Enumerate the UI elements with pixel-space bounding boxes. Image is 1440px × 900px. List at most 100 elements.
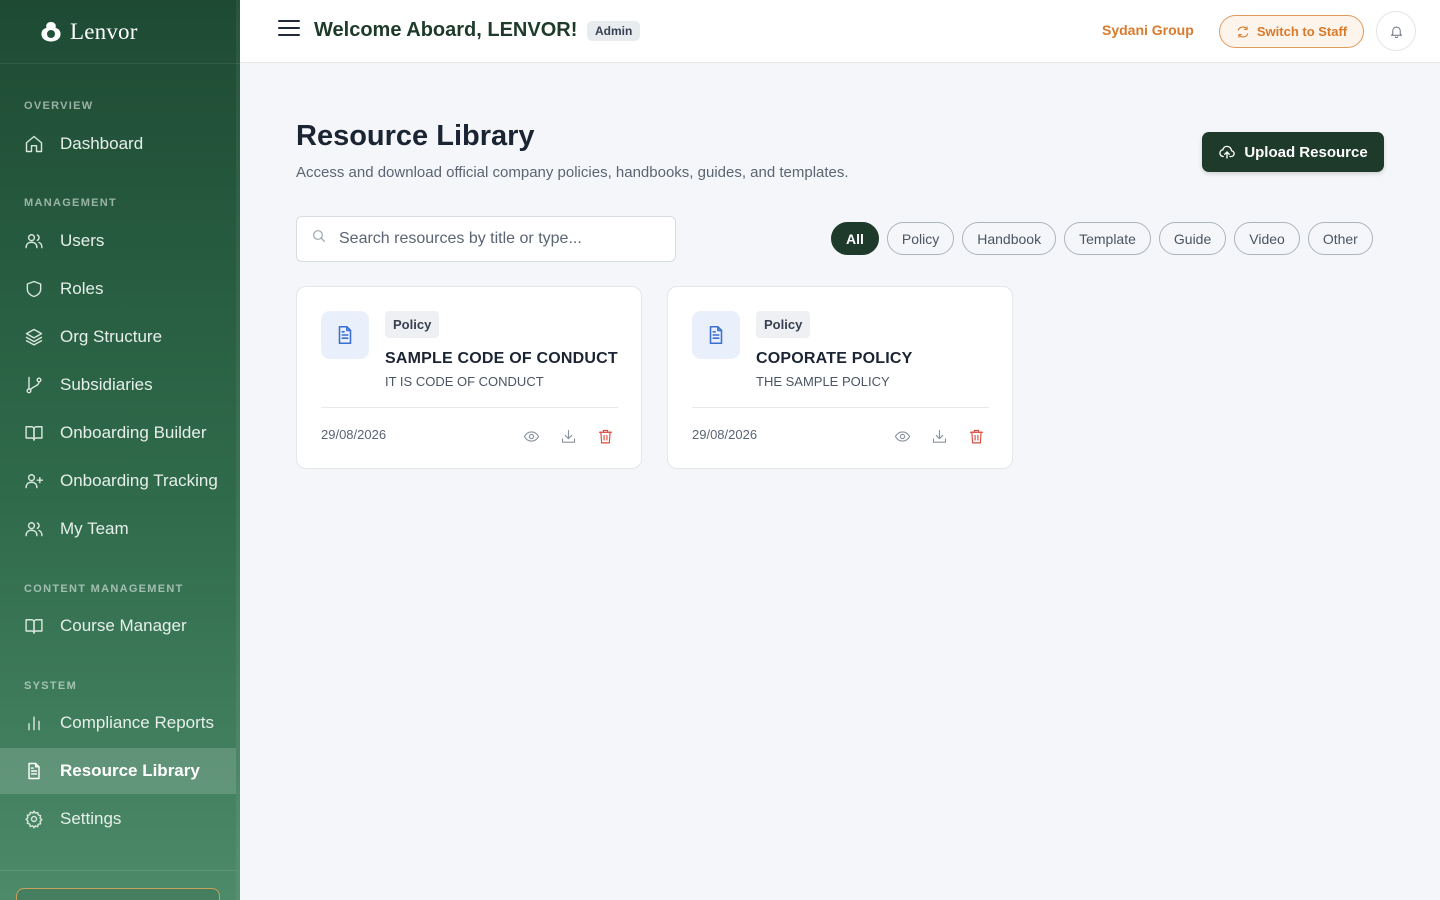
sidebar-item-onboarding-builder[interactable]: Onboarding Builder (0, 410, 236, 456)
section-label-overview: OVERVIEW (24, 100, 94, 112)
shield-icon (26, 280, 42, 298)
filter-chip-handbook[interactable]: Handbook (962, 222, 1057, 255)
home-icon (25, 135, 43, 153)
refresh-icon (1237, 25, 1249, 38)
sidebar-scrollbar[interactable] (236, 0, 240, 900)
resource-type-badge: Policy (756, 311, 811, 338)
filter-chip-video[interactable]: Video (1234, 222, 1300, 255)
sidebar-item-course-manager[interactable]: Course Manager (0, 603, 236, 649)
users-icon (25, 234, 43, 249)
notifications-button[interactable] (1376, 11, 1416, 51)
filter-chips: All Policy Handbook Template Guide Video… (831, 222, 1381, 255)
sidebar-item-label: Settings (60, 809, 122, 828)
book-open-icon (25, 619, 43, 634)
brand-name: Lenvor (70, 18, 138, 44)
file-text-icon (28, 762, 40, 780)
sidebar-item-label: Onboarding Builder (60, 423, 207, 442)
eye-icon (523, 430, 539, 442)
sidebar-item-settings[interactable]: Settings (0, 796, 236, 842)
welcome-title: Welcome Aboard, LENVOR! (314, 19, 578, 41)
filter-chip-all[interactable]: All (831, 222, 879, 255)
card-actions (892, 426, 1003, 446)
resource-date: 29/08/2026 (321, 427, 387, 442)
bell-icon (1390, 26, 1402, 38)
sidebar-item-subsidiaries[interactable]: Subsidiaries (0, 362, 236, 408)
sidebar-item-resource-library[interactable]: Resource Library (0, 748, 236, 794)
filter-chip-other[interactable]: Other (1307, 222, 1373, 255)
sidebar-item-users[interactable]: Users (0, 218, 236, 264)
card-divider (692, 407, 989, 408)
organization-name[interactable]: Sydani Group (1102, 22, 1194, 38)
resource-card[interactable]: Policy COPORATE POLICY THE SAMPLE POLICY… (667, 286, 1013, 469)
sidebar-item-label: Resource Library (60, 761, 200, 780)
search-box (296, 216, 676, 262)
switch-label: Switch to Staff (1256, 24, 1348, 39)
trash-icon (598, 429, 612, 443)
sidebar-item-label: Course Manager (60, 616, 187, 635)
delete-button[interactable] (966, 426, 986, 446)
download-icon (561, 429, 575, 443)
document-icon-tile (692, 311, 740, 359)
sidebar-item-label: Org Structure (60, 327, 163, 346)
sidebar-item-label: Dashboard (60, 134, 144, 153)
resource-date: 29/08/2026 (692, 427, 758, 442)
resource-card[interactable]: Policy SAMPLE CODE OF CONDUCT IT IS CODE… (296, 286, 642, 469)
view-button[interactable] (521, 426, 541, 446)
download-button[interactable] (558, 426, 578, 446)
search-icon (313, 230, 325, 242)
hamburger-icon-line (278, 34, 300, 36)
resource-type-badge: Policy (385, 311, 440, 338)
resource-description: IT IS CODE OF CONDUCT (385, 374, 544, 389)
section-label-management: MANAGEMENT (24, 197, 118, 209)
sidebar-item-org-structure[interactable]: Org Structure (0, 314, 236, 360)
sidebar-item-dashboard[interactable]: Dashboard (0, 121, 236, 167)
layers-icon (25, 328, 43, 346)
eye-icon (894, 430, 910, 442)
download-icon (932, 429, 946, 443)
sidebar-item-label: My Team (60, 519, 129, 538)
view-button[interactable] (892, 426, 912, 446)
filter-chip-guide[interactable]: Guide (1158, 222, 1227, 255)
sidebar-item-label: Users (60, 231, 105, 250)
sidebar-item-roles[interactable]: Roles (0, 266, 236, 312)
file-text-icon (709, 325, 723, 345)
upload-label: Upload Resource (1244, 143, 1368, 161)
sidebar-item-compliance-reports[interactable]: Compliance Reports (0, 700, 236, 746)
user-plus-icon (25, 474, 44, 489)
card-actions (521, 426, 632, 446)
trash-icon (969, 429, 983, 443)
top-header: Welcome Aboard, LENVOR! Admin Sydani Gro… (240, 0, 1440, 63)
book-open-icon (25, 426, 43, 441)
download-button[interactable] (929, 426, 949, 446)
sidebar-item-label: Compliance Reports (60, 713, 215, 732)
sidebar: Lenvor OVERVIEW Dashboard MANAGEMENT Use… (0, 0, 240, 900)
hamburger-icon (278, 20, 300, 22)
sidebar-footer-button[interactable] (16, 888, 220, 900)
resource-title: SAMPLE CODE OF CONDUCT (385, 350, 618, 367)
bar-chart-icon (28, 716, 40, 731)
switch-to-staff-button[interactable]: Switch to Staff (1219, 15, 1364, 48)
delete-button[interactable] (595, 426, 615, 446)
section-label-system: SYSTEM (24, 680, 78, 692)
menu-toggle-button[interactable] (278, 20, 300, 42)
sidebar-item-my-team[interactable]: My Team (0, 506, 236, 552)
git-branch-icon (26, 376, 42, 394)
filter-chip-template[interactable]: Template (1064, 222, 1151, 255)
upload-resource-button[interactable]: Upload Resource (1202, 132, 1384, 172)
hamburger-icon-line (278, 27, 300, 29)
section-label-content-management: CONTENT MANAGEMENT (24, 583, 184, 595)
page-title: Resource Library (296, 120, 535, 152)
sidebar-item-label: Roles (60, 279, 104, 298)
search-input[interactable] (339, 230, 659, 248)
sidebar-item-label: Onboarding Tracking (60, 471, 218, 490)
gear-icon (25, 810, 43, 829)
page-subtitle: Access and download official company pol… (296, 164, 849, 181)
filter-chip-policy[interactable]: Policy (886, 222, 955, 255)
card-divider (321, 407, 618, 408)
brand[interactable]: Lenvor (0, 0, 240, 64)
resource-description: THE SAMPLE POLICY (756, 374, 890, 389)
sidebar-item-onboarding-tracking[interactable]: Onboarding Tracking (0, 458, 236, 504)
sidebar-divider (0, 870, 236, 871)
document-icon-tile (321, 311, 369, 359)
lenvor-logo-icon (41, 21, 61, 41)
